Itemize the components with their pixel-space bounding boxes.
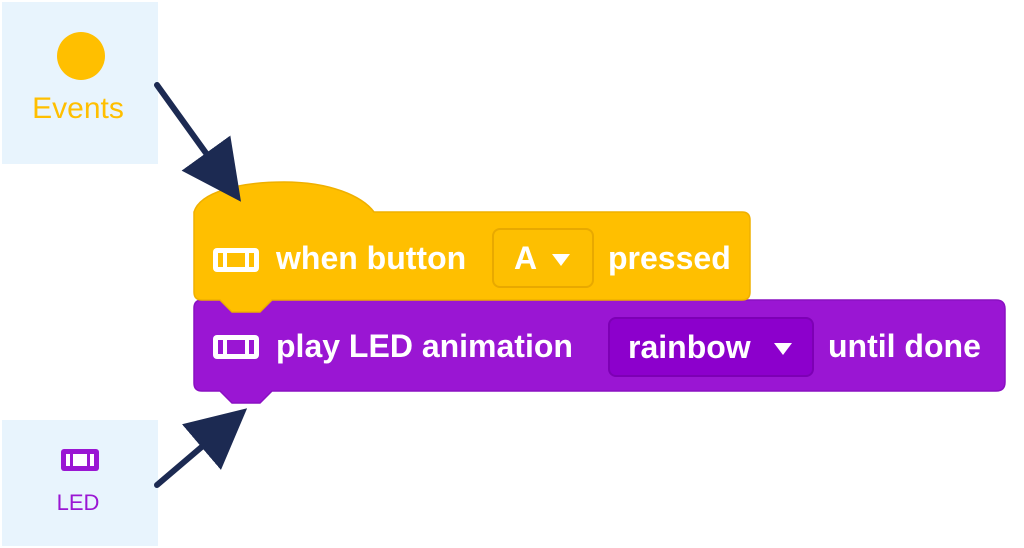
arrow-to-led-block — [154, 408, 248, 488]
led-block-suffix: until done — [828, 328, 981, 364]
button-select-dropdown[interactable]: A — [492, 228, 594, 288]
animation-select-dropdown[interactable]: rainbow — [608, 317, 814, 377]
event-block-led-icon — [212, 246, 260, 274]
button-select-value: A — [514, 240, 538, 276]
block-editor-canvas: Events LED when button A pressed play LE… — [0, 0, 1024, 548]
event-block-prefix: when button — [276, 240, 467, 276]
led-block-led-icon — [212, 333, 260, 361]
animation-select-value: rainbow — [628, 329, 751, 365]
arrow-to-event-block — [154, 82, 242, 202]
dropdown-caret-icon — [552, 254, 570, 266]
event-block-suffix: pressed — [608, 240, 731, 276]
led-block-prefix: play LED animation — [276, 328, 573, 364]
dropdown-caret-icon — [774, 343, 792, 355]
